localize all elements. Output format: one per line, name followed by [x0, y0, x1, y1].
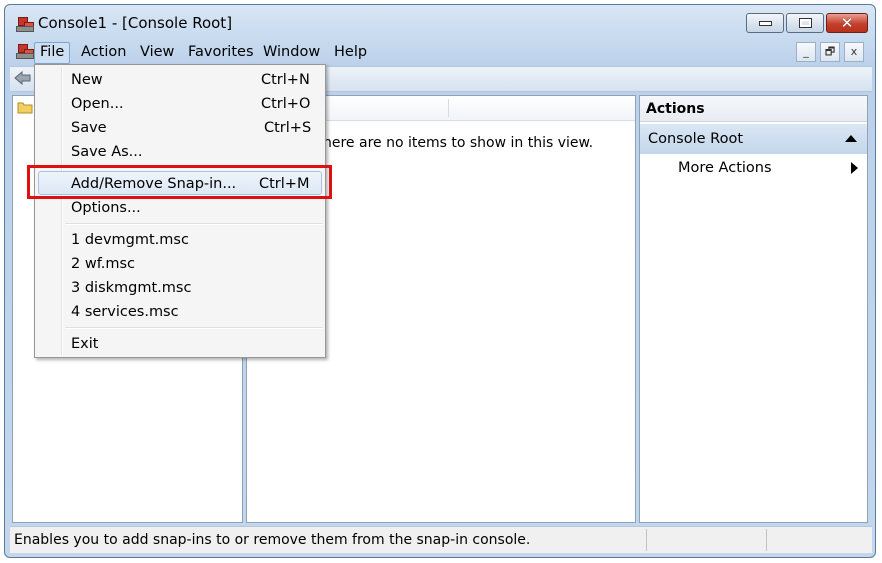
mdi-restore-button[interactable]: 🗗 — [820, 42, 840, 62]
menu-item-recent-4[interactable]: 4 services.msc — [71, 304, 179, 320]
submenu-arrow-icon — [851, 162, 858, 174]
menu-favorites[interactable]: Favorites — [183, 42, 259, 62]
maximize-icon — [798, 18, 812, 28]
menu-item-save[interactable]: Save — [71, 120, 107, 136]
collapse-caret-icon[interactable] — [845, 135, 857, 142]
status-bar: Enables you to add snap-ins to or remove… — [10, 526, 872, 553]
menu-window[interactable]: Window — [258, 42, 325, 62]
menu-item-recent-3[interactable]: 3 diskmgmt.msc — [71, 280, 191, 296]
menu-action[interactable]: Action — [76, 42, 131, 62]
shortcut-open: Ctrl+O — [261, 96, 311, 112]
close-button[interactable]: ✕ — [826, 13, 868, 33]
file-menu-dropdown: New Ctrl+N Open... Ctrl+O Save Ctrl+S Sa… — [34, 64, 326, 358]
menu-separator — [65, 327, 323, 329]
status-text: Enables you to add snap-ins to or remove… — [14, 532, 531, 548]
empty-view-message: here are no items to show in this view. — [323, 135, 594, 151]
minimize-button[interactable] — [746, 13, 784, 33]
maximize-button[interactable] — [786, 13, 824, 33]
actions-pane: Actions Console Root More Actions — [639, 95, 868, 523]
folder-icon[interactable] — [17, 100, 33, 114]
actions-title: Actions — [640, 96, 867, 122]
shortcut-new: Ctrl+N — [261, 72, 310, 88]
shortcut-save: Ctrl+S — [264, 120, 312, 136]
system-menu-icon[interactable] — [16, 43, 34, 59]
close-icon: ✕ — [840, 13, 854, 32]
menu-item-open[interactable]: Open... — [71, 96, 124, 112]
menu-bar: File Action View Favorites Window Help _… — [10, 40, 872, 64]
mdi-minimize-button[interactable]: _ — [796, 42, 816, 62]
menu-item-options[interactable]: Options... — [71, 200, 141, 216]
actions-group-label: Console Root — [648, 131, 744, 147]
mmc-app-icon[interactable] — [16, 16, 34, 32]
menu-gutter — [61, 67, 63, 355]
back-arrow-icon[interactable] — [14, 70, 32, 86]
minimize-icon — [758, 20, 772, 26]
window-title: Console1 - [Console Root] — [38, 14, 233, 32]
menu-file[interactable]: File — [34, 42, 71, 64]
menu-separator — [65, 223, 323, 225]
menu-item-save-as[interactable]: Save As... — [71, 144, 143, 160]
mdi-controls: _ 🗗 x — [796, 42, 868, 62]
menu-help[interactable]: Help — [329, 42, 372, 62]
menu-item-recent-1[interactable]: 1 devmgmt.msc — [71, 232, 189, 248]
more-actions-item[interactable]: More Actions — [678, 160, 772, 176]
mdi-close-button[interactable]: x — [844, 42, 864, 62]
menu-item-new[interactable]: New — [71, 72, 103, 88]
status-divider — [766, 529, 767, 551]
menu-view[interactable]: View — [135, 42, 179, 62]
highlight-annotation-box — [27, 165, 332, 199]
actions-group-console-root[interactable]: Console Root — [640, 124, 867, 154]
menu-item-recent-2[interactable]: 2 wf.msc — [71, 256, 135, 272]
column-divider[interactable] — [448, 99, 449, 117]
menu-item-exit[interactable]: Exit — [71, 336, 98, 352]
status-divider — [646, 529, 647, 551]
